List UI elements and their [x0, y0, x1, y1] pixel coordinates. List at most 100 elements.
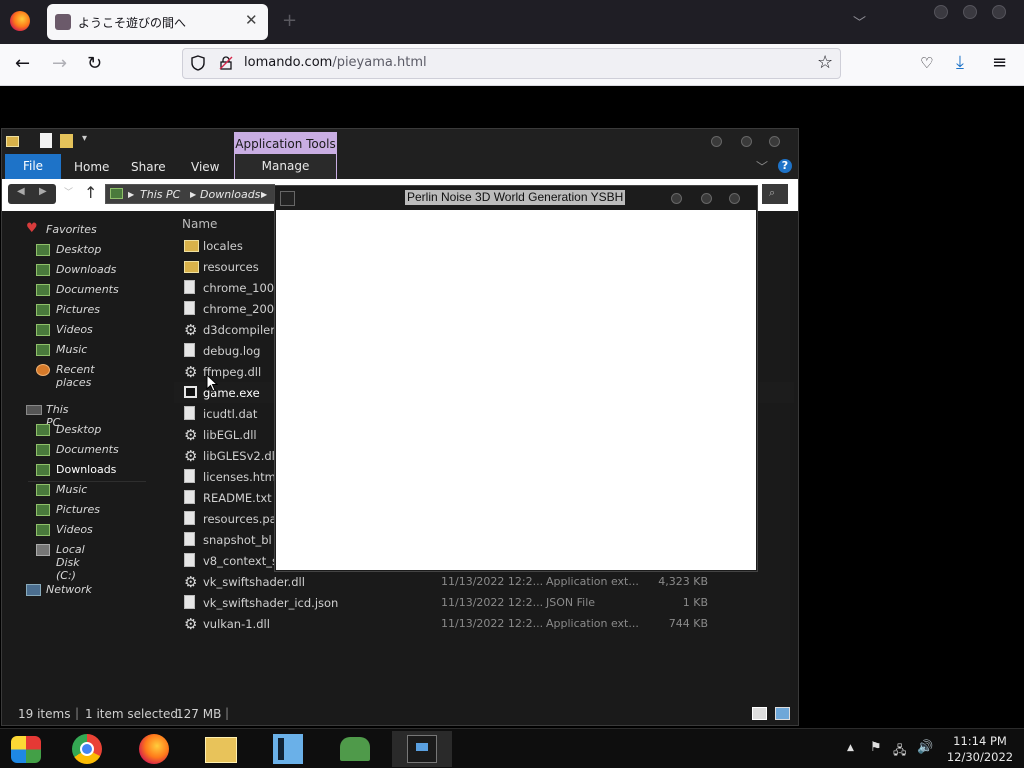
- customize-qat-icon[interactable]: ▾: [82, 133, 87, 144]
- browser-tab[interactable]: ようこそ遊びの間へ ✕: [47, 4, 268, 40]
- taskbar-app-k[interactable]: [258, 731, 318, 767]
- file-icon: [184, 469, 195, 483]
- game-canvas[interactable]: [276, 210, 756, 570]
- forward-icon[interactable]: ▶: [39, 186, 47, 197]
- game-window[interactable]: Perlin Noise 3D World Generation YSBH: [274, 185, 758, 572]
- chevron-right-icon: ▶: [128, 190, 135, 199]
- nav-network-label: Network: [46, 583, 92, 596]
- reload-icon[interactable]: ↻: [87, 53, 102, 74]
- shield-icon[interactable]: [191, 55, 205, 71]
- file-icon: [184, 553, 195, 567]
- quick-access-toolbar: ▾ Application Tools: [2, 129, 798, 157]
- show-hidden-icons-icon[interactable]: ▲: [847, 743, 854, 753]
- file-row[interactable]: ⚙ vk_swiftshader.dll 11/13/2022 12:2... App…: [174, 571, 794, 592]
- search-icon: ⌕: [769, 186, 776, 199]
- address-breadcrumb[interactable]: ▶ This PC ▶ Downloads ▶: [105, 184, 275, 204]
- tab-view[interactable]: View: [191, 160, 219, 174]
- new-tab-button[interactable]: +: [282, 10, 297, 31]
- file-name: vulkan-1.dll: [203, 617, 270, 631]
- taskbar-file-explorer[interactable]: [191, 731, 251, 767]
- breadcrumb-downloads[interactable]: Downloads: [200, 188, 260, 201]
- column-header-name[interactable]: Name: [182, 217, 217, 231]
- forward-arrow-icon[interactable]: →: [52, 53, 67, 74]
- details-view-icon[interactable]: [752, 707, 767, 720]
- game-minimize-button[interactable]: [671, 193, 682, 204]
- ribbon-tabs: File Home Share View Manage ﹀ ?: [2, 154, 798, 179]
- close-tab-icon[interactable]: ✕: [245, 11, 258, 29]
- game-close-button[interactable]: [729, 193, 740, 204]
- minimize-button[interactable]: [934, 5, 948, 19]
- music-folder-icon: [36, 484, 50, 496]
- search-input[interactable]: ⌕: [762, 184, 788, 204]
- pocket-icon[interactable]: ♡: [920, 54, 933, 72]
- status-bar: 19 items | 1 item selected 127 MB |: [2, 703, 798, 725]
- maximize-button[interactable]: [963, 5, 977, 19]
- file-date: 11/13/2022 12:2...: [441, 596, 544, 609]
- breadcrumb-this-pc[interactable]: This PC: [140, 188, 180, 201]
- gear-file-icon: ⚙: [184, 426, 198, 444]
- downloads-folder-icon: [36, 464, 50, 476]
- help-icon[interactable]: ?: [778, 159, 792, 173]
- nav-label: Pictures: [56, 303, 101, 316]
- list-tabs-chevron-icon[interactable]: ﹀: [853, 12, 866, 31]
- file-row[interactable]: ⚙ vulkan-1.dll 11/13/2022 12:2... Applicati…: [174, 613, 794, 634]
- recent-places-icon: [36, 364, 50, 376]
- folder-icon[interactable]: [6, 136, 19, 147]
- nav-label: Videos: [56, 323, 93, 336]
- back-icon[interactable]: ◀: [17, 186, 25, 197]
- videos-folder-icon: [36, 324, 50, 336]
- json-file-icon: [184, 595, 195, 609]
- downloads-icon[interactable]: ⤓: [956, 52, 964, 73]
- lock-slash-icon[interactable]: [219, 56, 233, 70]
- desktop-icon: [36, 424, 50, 436]
- file-name: resources: [203, 260, 259, 274]
- nav-label: Desktop: [56, 423, 102, 436]
- gear-file-icon: ⚙: [184, 321, 198, 339]
- taskbar-users[interactable]: [325, 731, 385, 767]
- ribbon-collapse-chevron-icon[interactable]: ﹀: [756, 158, 768, 175]
- tab-file[interactable]: File: [5, 154, 61, 179]
- nav-label: Desktop: [56, 243, 102, 256]
- tab-share[interactable]: Share: [131, 160, 166, 174]
- nav-label: Music: [56, 483, 88, 496]
- start-button[interactable]: [0, 731, 60, 767]
- url-text[interactable]: lomando.com/pieyama.html: [244, 55, 427, 70]
- back-arrow-icon[interactable]: ←: [15, 53, 30, 74]
- tab-home[interactable]: Home: [74, 160, 109, 174]
- network-tray-icon[interactable]: 🖧: [893, 741, 906, 762]
- status-separator: |: [75, 706, 80, 720]
- properties-icon[interactable]: [40, 133, 52, 148]
- file-row[interactable]: vk_swiftshader_icd.json 11/13/2022 12:2..…: [174, 592, 794, 613]
- desktop-icon: [36, 244, 50, 256]
- action-center-flag-icon[interactable]: ⚑: [870, 740, 882, 755]
- volume-icon[interactable]: 🔊: [917, 740, 933, 755]
- game-maximize-button[interactable]: [701, 193, 712, 204]
- file-name: snapshot_bl: [203, 533, 272, 547]
- url-bar[interactable]: lomando.com/pieyama.html ☆: [182, 48, 841, 79]
- chevron-right-icon: ▶: [190, 190, 197, 199]
- file-name: README.txt: [203, 491, 272, 505]
- recent-locations-icon[interactable]: ﹀: [64, 185, 73, 198]
- file-name: icudtl.dat: [203, 407, 258, 421]
- up-arrow-icon[interactable]: ↑: [84, 183, 97, 202]
- folder-icon: [184, 240, 199, 252]
- menu-hamburger-icon[interactable]: ≡: [992, 52, 1007, 73]
- explorer-close-button[interactable]: [769, 136, 780, 147]
- game-window-title: Perlin Noise 3D World Generation YSBH: [405, 190, 626, 205]
- new-folder-icon[interactable]: [60, 134, 73, 148]
- nav-pc-downloads[interactable]: Downloads: [28, 461, 146, 482]
- tab-manage[interactable]: Manage: [234, 154, 337, 179]
- taskbar-chrome[interactable]: [58, 731, 118, 767]
- close-window-button[interactable]: [992, 5, 1006, 19]
- clock-date[interactable]: 12/30/2022: [942, 750, 1018, 764]
- large-icons-view-icon[interactable]: [775, 707, 790, 720]
- chevron-right-icon: ▶: [261, 190, 268, 199]
- taskbar-game[interactable]: [392, 731, 452, 767]
- explorer-minimize-button[interactable]: [711, 136, 722, 147]
- bookmark-star-icon[interactable]: ☆: [817, 52, 833, 73]
- explorer-maximize-button[interactable]: [741, 136, 752, 147]
- taskbar-firefox[interactable]: [125, 731, 185, 767]
- browser-nav-bar: ← → ↻ lomando.com/pieyama.html ☆ ♡ ⤓ ≡: [0, 44, 1024, 86]
- back-forward-buttons[interactable]: ◀ ▶: [8, 184, 56, 204]
- clock-time[interactable]: 11:14 PM: [948, 734, 1012, 748]
